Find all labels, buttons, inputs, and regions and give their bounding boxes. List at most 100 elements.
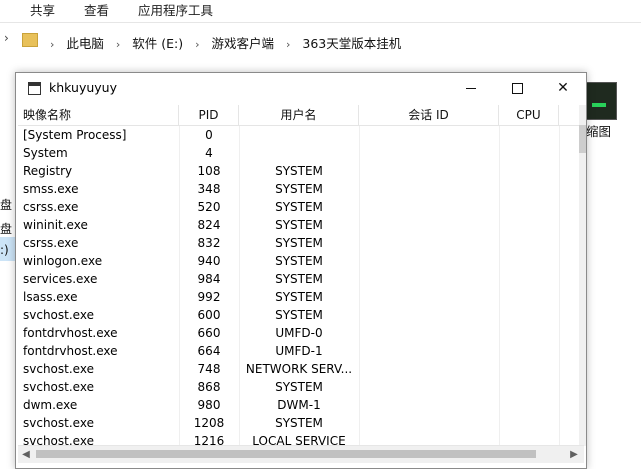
table-row[interactable]: System 4 xyxy=(18,144,584,162)
column-header-pid[interactable]: PID xyxy=(179,105,239,125)
vertical-scrollbar[interactable] xyxy=(579,105,586,446)
file-thumbnail-label[interactable]: 缩图 xyxy=(586,121,611,140)
column-header-image-name[interactable]: 映像名称 xyxy=(18,105,179,125)
cell-pid: 664 xyxy=(197,344,221,358)
breadcrumb-item-drive-e[interactable]: 软件 (E:) xyxy=(132,36,183,51)
window-title: khkuyuyuy xyxy=(49,80,117,95)
table-row[interactable]: svchost.exe 1216 LOCAL SERVICE xyxy=(18,432,584,446)
cell-pid: 868 xyxy=(197,380,221,394)
cell-pid: 980 xyxy=(197,398,221,412)
cell-username: SYSTEM xyxy=(275,218,323,232)
cell-username: SYSTEM xyxy=(275,290,323,304)
cell-image-name: csrss.exe xyxy=(23,236,79,250)
breadcrumb-item-this-pc[interactable]: 此电脑 xyxy=(66,36,104,51)
explorer-ribbon: 共享 查看 应用程序工具 xyxy=(0,0,641,23)
cell-pid: 940 xyxy=(197,254,221,268)
cell-pid: 600 xyxy=(197,308,221,322)
cell-image-name: services.exe xyxy=(23,272,98,286)
table-row[interactable]: winlogon.exe 940 SYSTEM xyxy=(18,252,584,270)
horizontal-scroll-thumb[interactable] xyxy=(36,450,536,458)
cell-pid: 992 xyxy=(197,290,221,304)
cell-image-name: svchost.exe xyxy=(23,380,94,394)
table-row[interactable]: svchost.exe 748 NETWORK SERV... xyxy=(18,360,584,378)
minimize-button[interactable] xyxy=(448,73,494,104)
cell-pid: 1216 xyxy=(193,434,225,446)
maximize-icon xyxy=(511,82,523,94)
table-row[interactable]: Registry 108 SYSTEM xyxy=(18,162,584,180)
breadcrumb-item-game-client[interactable]: 游戏客户端 xyxy=(212,36,275,51)
cell-username: UMFD-0 xyxy=(275,326,323,340)
nav-pane-drive-item[interactable]: :) xyxy=(0,243,9,257)
list-header: 映像名称 PID 用户名 会话 ID CPU xyxy=(18,105,584,126)
cell-pid: 660 xyxy=(197,326,221,340)
cell-image-name: fontdrvhost.exe xyxy=(23,326,118,340)
table-row[interactable]: csrss.exe 832 SYSTEM xyxy=(18,234,584,252)
table-row[interactable]: svchost.exe 1208 SYSTEM xyxy=(18,414,584,432)
ribbon-tab-app-tools[interactable]: 应用程序工具 xyxy=(138,0,213,19)
minimize-icon xyxy=(466,87,476,89)
table-row[interactable]: csrss.exe 520 SYSTEM xyxy=(18,198,584,216)
list-body: [System Process] 0 System 4 Registry 108 SYSTE… xyxy=(18,126,584,446)
cell-image-name: svchost.exe xyxy=(23,434,94,446)
cell-username: LOCAL SERVICE xyxy=(252,434,346,446)
cell-username: SYSTEM xyxy=(275,200,323,214)
table-row[interactable]: services.exe 984 SYSTEM xyxy=(18,270,584,288)
table-row[interactable]: wininit.exe 824 SYSTEM xyxy=(18,216,584,234)
cell-username: SYSTEM xyxy=(275,164,323,178)
table-row[interactable]: smss.exe 348 SYSTEM xyxy=(18,180,584,198)
cell-username: SYSTEM xyxy=(275,416,323,430)
cell-pid: 832 xyxy=(197,236,221,250)
cell-username: NETWORK SERV... xyxy=(245,362,353,376)
breadcrumb-item-current-folder[interactable]: 363天堂版本挂机 xyxy=(302,36,401,51)
table-row[interactable]: fontdrvhost.exe 664 UMFD-1 xyxy=(18,342,584,360)
cell-username: DWM-1 xyxy=(277,398,321,412)
cell-username xyxy=(239,126,359,144)
table-row[interactable]: [System Process] 0 xyxy=(18,126,584,144)
table-row[interactable]: svchost.exe 600 SYSTEM xyxy=(18,306,584,324)
breadcrumb: › 此电脑 › 软件 (E:) › 游戏客户端 › 363天堂版本挂机 xyxy=(0,28,641,54)
ribbon-tab-share[interactable]: 共享 xyxy=(30,0,55,19)
cell-username: UMFD-1 xyxy=(275,344,323,358)
cell-image-name: [System Process] xyxy=(23,128,127,142)
cell-image-name: fontdrvhost.exe xyxy=(23,344,118,358)
table-row[interactable]: lsass.exe 992 SYSTEM xyxy=(18,288,584,306)
close-icon: ✕ xyxy=(557,80,569,96)
process-list[interactable]: 映像名称 PID 用户名 会话 ID CPU [System Process] 0… xyxy=(18,105,584,446)
ribbon-tab-view[interactable]: 查看 xyxy=(84,0,109,19)
table-row[interactable]: fontdrvhost.exe 660 UMFD-0 xyxy=(18,324,584,342)
breadcrumb-separator-icon: › xyxy=(115,38,121,51)
cell-image-name: dwm.exe xyxy=(23,398,78,412)
breadcrumb-separator-icon: › xyxy=(195,38,200,51)
cell-pid: 1208 xyxy=(193,416,225,430)
cell-image-name: lsass.exe xyxy=(23,290,78,304)
cell-image-name: svchost.exe xyxy=(23,416,94,430)
column-header-session-id[interactable]: 会话 ID xyxy=(359,105,499,125)
cell-image-name: Registry xyxy=(23,164,73,178)
breadcrumb-separator-icon: › xyxy=(50,38,55,51)
table-row[interactable]: dwm.exe 980 DWM-1 xyxy=(18,396,584,414)
cell-username: SYSTEM xyxy=(275,254,323,268)
file-thumbnail[interactable] xyxy=(585,82,617,120)
scroll-right-icon[interactable]: ▶ xyxy=(566,446,582,463)
app-window-icon xyxy=(28,82,41,95)
cell-username xyxy=(239,144,359,162)
cell-image-name: wininit.exe xyxy=(23,218,88,232)
cell-pid: 748 xyxy=(197,362,221,376)
cell-pid: 984 xyxy=(197,272,221,286)
table-row[interactable]: svchost.exe 868 SYSTEM xyxy=(18,378,584,396)
cell-image-name: smss.exe xyxy=(23,182,79,196)
vertical-scroll-thumb[interactable] xyxy=(579,125,586,153)
maximize-button[interactable] xyxy=(494,73,540,104)
scroll-left-icon[interactable]: ◀ xyxy=(18,446,34,463)
cell-image-name: winlogon.exe xyxy=(23,254,103,268)
close-button[interactable]: ✕ xyxy=(540,73,586,104)
cell-pid: 348 xyxy=(197,182,221,196)
column-header-cpu[interactable]: CPU xyxy=(499,105,559,125)
horizontal-scrollbar[interactable]: ◀ ▶ xyxy=(18,445,584,463)
breadcrumb-separator-icon: › xyxy=(286,38,291,51)
window-titlebar[interactable]: khkuyuyuy ✕ xyxy=(16,73,586,104)
column-header-username[interactable]: 用户名 xyxy=(239,105,359,125)
cell-pid: 0 xyxy=(205,128,213,142)
cell-pid: 108 xyxy=(197,164,221,178)
cell-username: SYSTEM xyxy=(275,182,323,196)
